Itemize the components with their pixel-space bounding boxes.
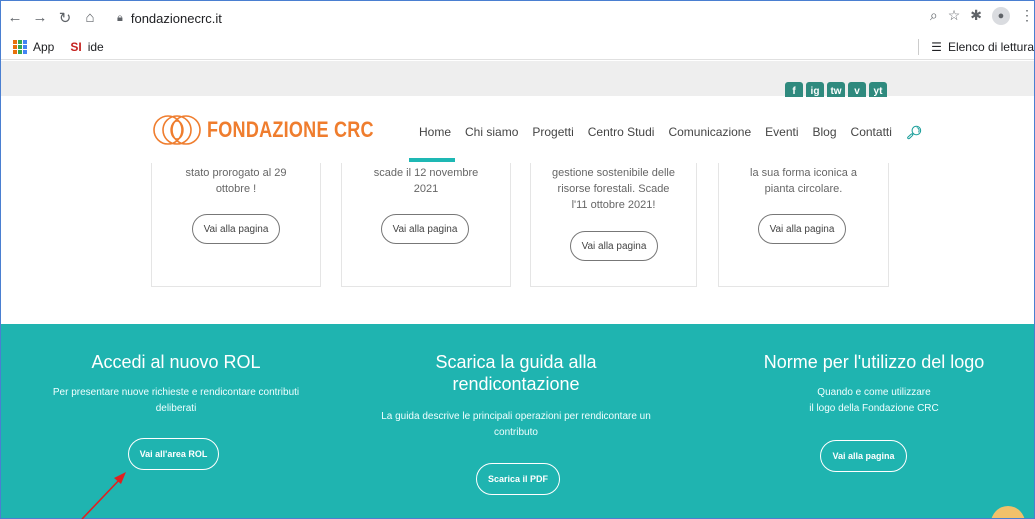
logo-desc-line: il logo della Fondazione CRC [809,403,939,414]
logo-desc-line: Quando e come utilizzare [817,387,931,398]
reading-list-label: Elenco di lettura [947,40,1034,54]
menu-item-chi-siamo[interactable]: Chi siamo [465,125,518,141]
menu-kebab-icon[interactable]: ⋮ [1020,7,1034,25]
url-text: fondazionecrc.it [130,10,222,26]
reading-list-button[interactable]: ☰ Elenco di lettura [918,39,1034,55]
search-icon[interactable]: 🔎︎ [906,125,923,141]
guida-desc-line: La guida descrive le principali operazio… [381,411,651,422]
profile-avatar-icon[interactable]: ● [992,7,1010,25]
card-1-button[interactable]: Vai alla pagina [192,214,280,244]
card-3-button[interactable]: Vai alla pagina [570,231,658,261]
card-4-button[interactable]: Vai alla pagina [758,214,846,244]
card-text-line: stato prorogato al 29 [185,167,287,179]
bookmark-ide[interactable]: ide [88,40,104,54]
teal-section: Accedi al nuovo ROL Per presentare nuove… [1,324,1034,518]
address-bar[interactable]: 🔒︎ fondazionecrc.it [117,7,907,29]
toolbar-right-icons: ⌕ ☆ ✱ ● ⋮ [930,7,1034,25]
card-text-line: l'11 ottobre 2021! [571,199,656,211]
card-2-button[interactable]: Vai alla pagina [381,214,469,244]
card-text-line: risorse forestali. Scade [557,183,670,195]
site-logo[interactable]: FONDAZIONE CRC [151,113,410,147]
guida-title-line: rendicontazione [452,374,580,394]
rol-title: Accedi al nuovo ROL [91,352,261,372]
logo-norms-button[interactable]: Vai alla pagina [820,440,907,472]
logo-rings-icon [153,115,201,145]
star-icon[interactable]: ☆ [948,7,961,25]
rol-column: Accedi al nuovo ROL Per presentare nuove… [31,351,321,417]
lock-icon: 🔒︎ [117,11,123,24]
logo-text: FONDAZIONE CRC [207,117,374,142]
bookmark-app[interactable]: App [33,40,54,54]
forward-icon[interactable]: → [29,7,51,29]
extensions-icon[interactable]: ✱ [970,7,982,25]
card-3: gestione sostenibile delle risorse fores… [530,163,697,287]
card-2: scade il 12 novembre 2021 Vai alla pagin… [341,163,511,287]
logo-norms-title: Norme per l'utilizzo del logo [763,352,985,372]
menu-item-eventi[interactable]: Eventi [765,125,798,141]
reading-list-icon: ☰ [931,40,942,54]
browser-window: ← → ↻ ⌂ 🔒︎ fondazionecrc.it ⌕ ☆ ✱ ● ⋮ Ap… [0,0,1035,519]
guida-title-line: Scarica la guida alla [435,352,597,372]
bookmark-si-icon: SI [70,40,82,54]
home-icon[interactable]: ⌂ [79,7,101,29]
menu-item-blog[interactable]: Blog [813,125,837,141]
card-text-line: la sua forma iconica a [750,167,857,179]
card-4: la sua forma iconica a pianta circolare.… [718,163,889,287]
back-icon[interactable]: ← [4,7,26,29]
active-tab-indicator [409,158,455,162]
bookmarks-bar: App SI ide ☰ Elenco di lettura [1,35,1034,60]
card-text-line: ottobre ! [215,183,257,195]
zoom-icon[interactable]: ⌕ [930,7,938,25]
reload-icon[interactable]: ↻ [54,7,76,29]
card-text-line: 2021 [413,183,439,195]
menu-item-comunicazione[interactable]: Comunicazione [668,125,751,141]
card-text-line: gestione sostenibile delle [552,167,675,179]
menu-item-progetti[interactable]: Progetti [532,125,573,141]
card-text-line: scade il 12 novembre [373,167,479,179]
card-1: stato prorogato al 29 ottobre ! Vai alla… [151,163,321,287]
menu-item-contatti[interactable]: Contatti [851,125,892,141]
rol-desc-line: Per presentare nuove richieste e rendico… [52,387,300,398]
logo-column: Norme per l'utilizzo del logo Quando e c… [734,351,1014,417]
pdf-button[interactable]: Scarica il PDF [476,463,560,495]
rol-desc-line: deliberati [155,403,197,414]
card-text-line: pianta circolare. [764,183,843,195]
rol-button[interactable]: Vai all'area ROL [128,438,219,470]
guida-column: Scarica la guida alla rendicontazione La… [366,351,666,441]
apps-grid-icon[interactable] [13,40,27,54]
menu-item-centro-studi[interactable]: Centro Studi [588,125,655,141]
menu-item-home[interactable]: Home [419,125,451,141]
guida-desc-line: contributo [494,427,538,438]
main-menu: Home Chi siamo Progetti Centro Studi Com… [419,125,922,141]
